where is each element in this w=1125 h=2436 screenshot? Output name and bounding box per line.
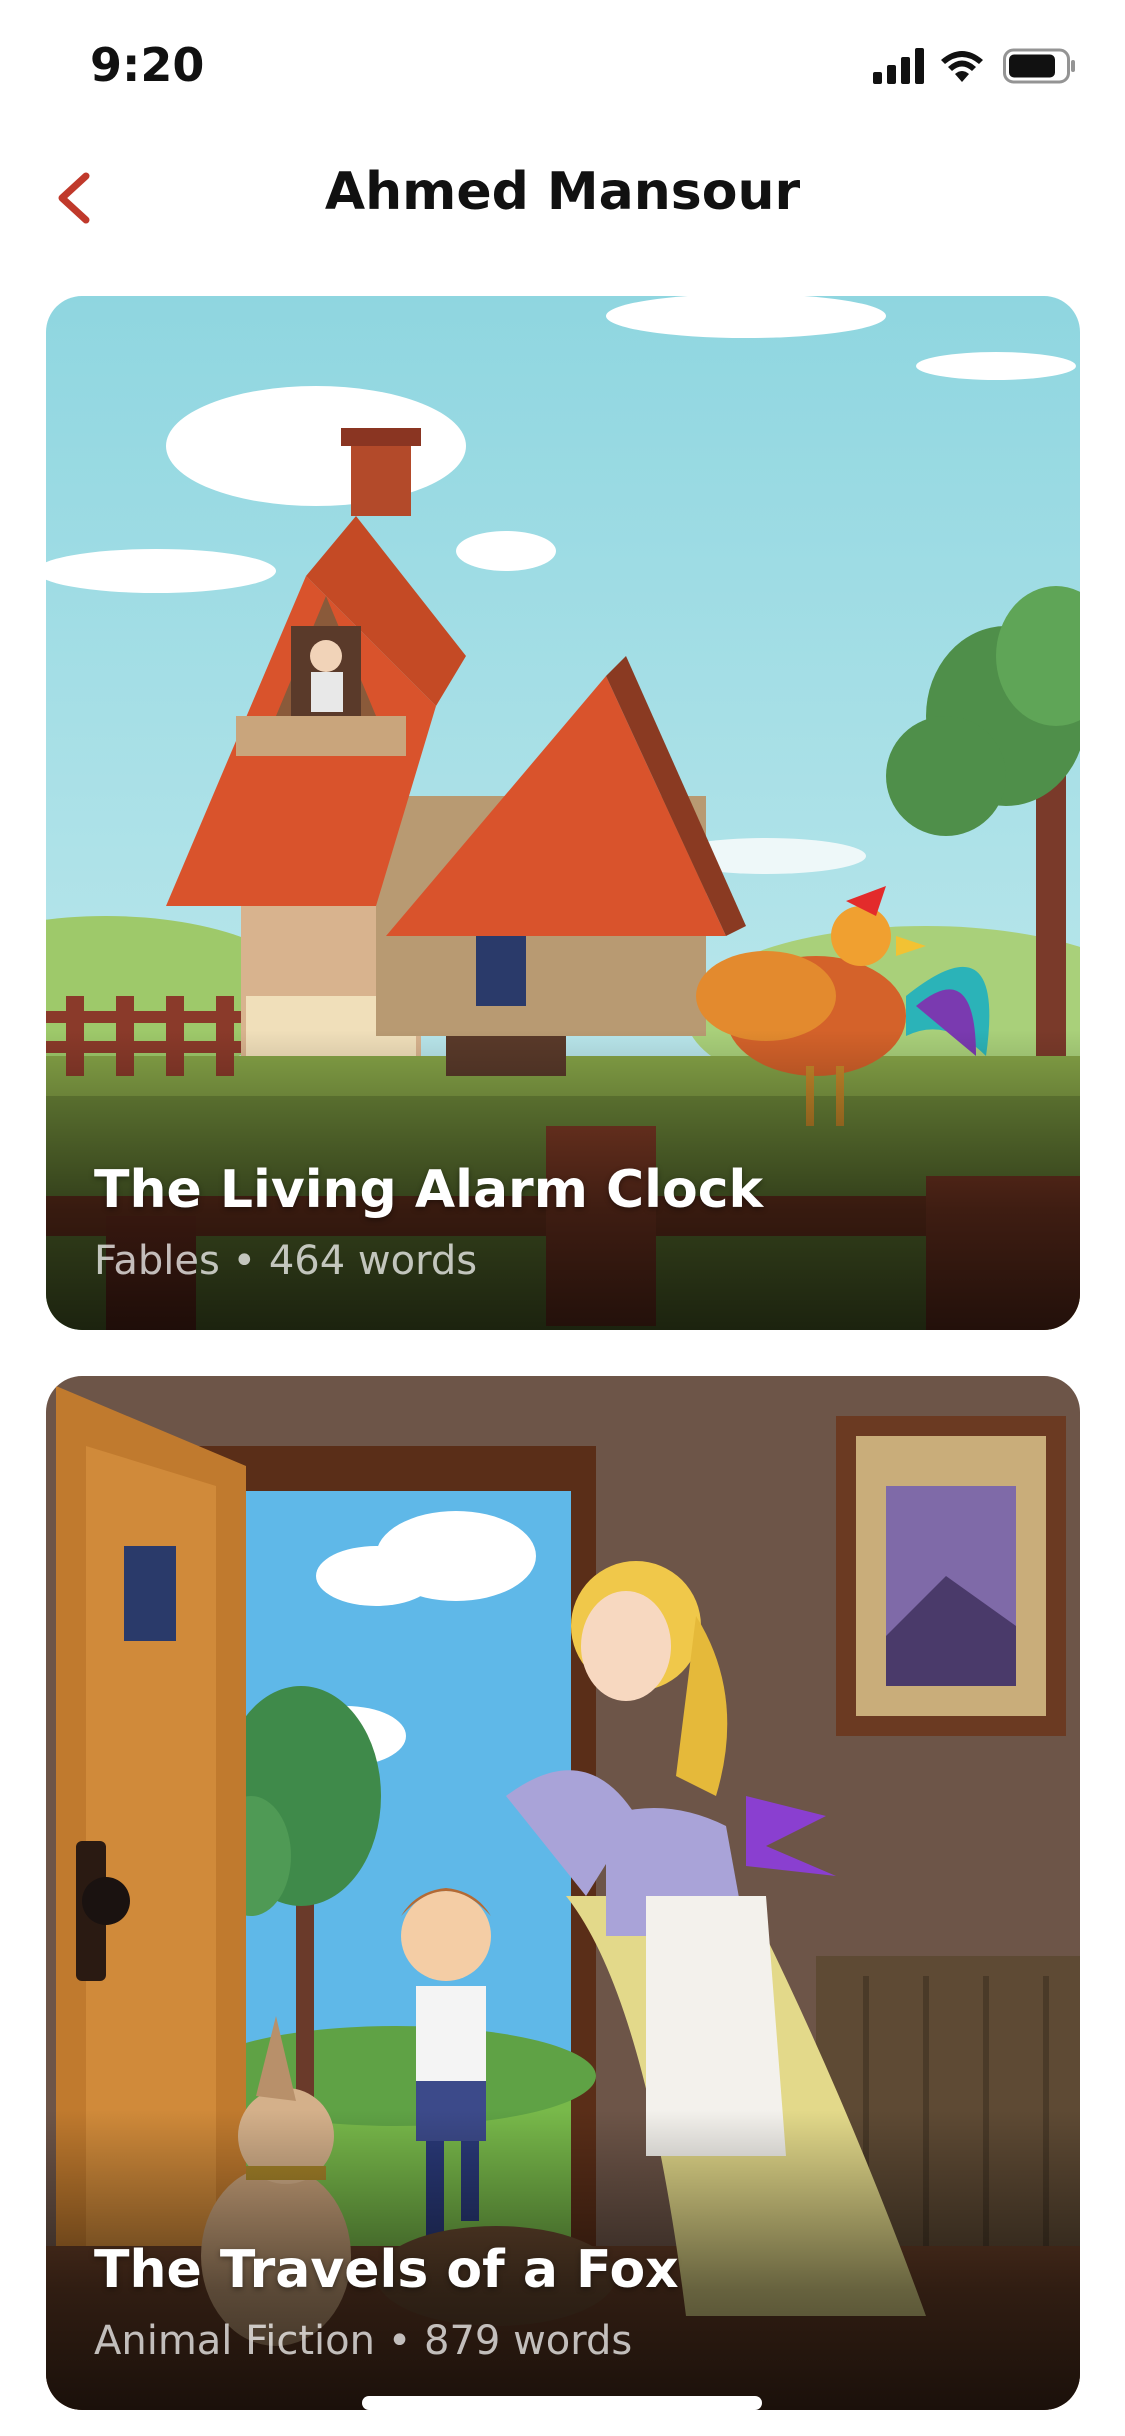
story-card[interactable]: The Living Alarm Clock Fables • 464 word… <box>46 296 1080 1330</box>
story-meta: Animal Fiction • 879 words <box>94 2318 632 2364</box>
meta-separator: • <box>232 1238 257 1284</box>
meta-separator: • <box>387 2318 412 2364</box>
status-bar: 9:20 <box>0 0 1125 140</box>
cellular-signal-icon <box>873 48 924 84</box>
page-title: Ahmed Mansour <box>324 162 801 222</box>
status-time: 9:20 <box>90 38 205 92</box>
story-meta: Fables • 464 words <box>94 1238 477 1284</box>
story-title: The Living Alarm Clock <box>94 1160 764 1220</box>
nav-bar: Ahmed Mansour <box>0 140 1125 250</box>
wifi-icon <box>941 51 983 82</box>
home-indicator[interactable] <box>362 2396 762 2410</box>
story-word-count: 879 words <box>424 2318 633 2364</box>
story-title: The Travels of a Fox <box>94 2240 679 2300</box>
story-word-count: 464 words <box>268 1238 478 1284</box>
story-category: Fables <box>94 1238 220 1284</box>
battery-icon <box>1003 48 1075 84</box>
story-category: Animal Fiction <box>94 2318 375 2364</box>
story-card[interactable]: The Travels of a Fox Animal Fiction • 87… <box>46 1376 1080 2410</box>
